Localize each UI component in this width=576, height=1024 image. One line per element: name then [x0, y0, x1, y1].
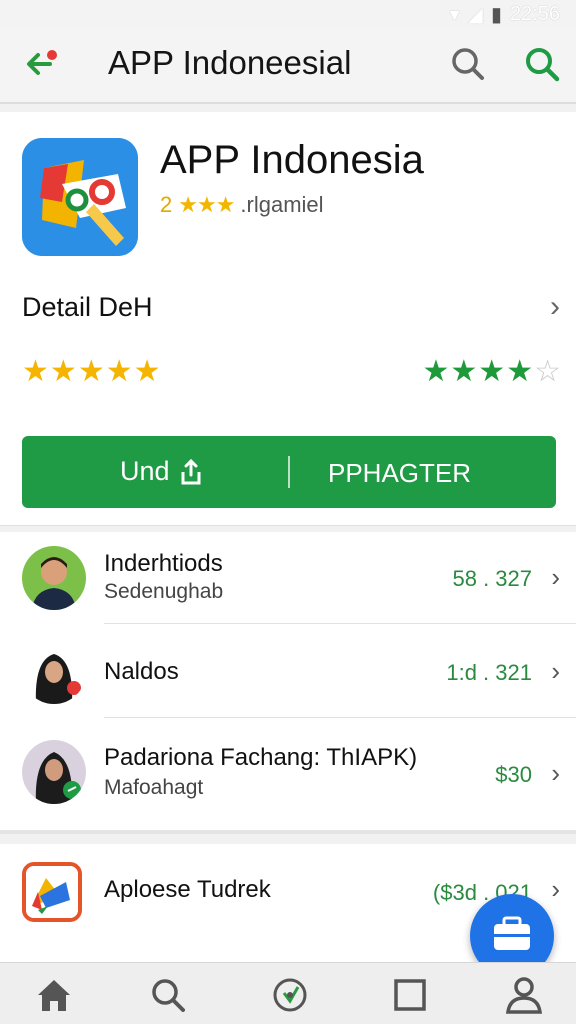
avatar-person-icon	[22, 740, 86, 804]
app-name: APP Indonesia	[160, 138, 424, 182]
chevron-right-icon: ›	[551, 656, 560, 686]
nav-explore[interactable]	[270, 975, 310, 1015]
nav-home[interactable]	[34, 975, 74, 1015]
app-rating-line: 2 ★★★ .rlgamiel	[160, 192, 324, 218]
list-item-title: Aploese Tudrek	[104, 876, 271, 903]
chevron-right-icon: ›	[551, 562, 560, 592]
list-item-title: Naldos	[104, 658, 179, 685]
rating-row: ★★★★★ ★★★★☆	[22, 354, 562, 390]
list-item[interactable]: Padariona Fachang: ThIAPK) Mafoahagt $30…	[0, 718, 576, 810]
list-item-value: $30	[495, 762, 532, 787]
star-icon: ★	[22, 355, 50, 388]
search-icon	[526, 48, 560, 82]
install-left: Und	[120, 456, 204, 487]
user-list: Inderhtiods Sedenughab 58 . 327 › Naldos…	[0, 532, 576, 834]
star-icon: ★	[422, 355, 451, 388]
avatar	[22, 740, 86, 804]
rating-stars-yellow: ★★★★★	[22, 354, 162, 389]
list-item-subtitle: Sedenughab	[104, 580, 224, 603]
detail-row[interactable]: Detail DeH ›	[22, 288, 562, 328]
avatar	[22, 640, 86, 704]
detail-label: Detail DeH	[22, 292, 153, 322]
install-button[interactable]: Und PPHAGTER	[22, 436, 556, 508]
share-upload-icon	[181, 458, 201, 484]
home-icon	[38, 980, 70, 1011]
signal-icon: ◢	[467, 4, 483, 26]
star-icon: ★	[105, 355, 134, 388]
list-item[interactable]: Naldos 1:d . 321 ›	[0, 626, 576, 718]
search-button[interactable]	[446, 42, 490, 86]
profile-icon	[505, 977, 543, 1014]
compass-icon	[273, 978, 307, 1012]
battery-icon: ▮	[490, 4, 502, 26]
back-button[interactable]	[20, 42, 64, 86]
star-empty-icon: ☆	[534, 355, 562, 388]
wifi-icon: ▾	[449, 4, 460, 26]
star-icon: ★	[133, 355, 162, 388]
star-icon: ★	[506, 355, 535, 388]
avatar-person-icon	[22, 546, 86, 610]
app-rating-stars: ★★★	[178, 192, 235, 217]
app-icon	[22, 862, 82, 922]
nav-search[interactable]	[148, 975, 188, 1015]
app-rating-suffix: .rlgamiel	[240, 192, 324, 217]
divider	[104, 623, 576, 624]
app-icon[interactable]	[22, 138, 138, 256]
list-item[interactable]: Inderhtiods Sedenughab 58 . 327 ›	[0, 532, 576, 624]
app-bar: APP Indoneesial	[0, 28, 576, 104]
chevron-right-icon: ›	[550, 290, 560, 323]
button-divider	[288, 456, 290, 488]
star-icon: ★	[49, 355, 78, 388]
list-item-title: Padariona Fachang: ThIAPK)	[104, 744, 418, 771]
install-label: Und	[120, 456, 170, 486]
app-logo-icon	[26, 866, 78, 918]
app-header-card: APP Indonesia 2 ★★★ .rlgamiel Detail DeH…	[0, 112, 576, 526]
page-title: APP Indoneesial	[108, 44, 352, 81]
status-time: 22:56	[509, 3, 560, 25]
register-label: PPHAGTER	[328, 458, 472, 488]
list-item-value: 58 . 327	[452, 566, 532, 591]
list-item-value: 1:d . 321	[446, 660, 532, 685]
nav-profile[interactable]	[504, 975, 544, 1015]
search-green-button[interactable]	[520, 42, 564, 86]
bottom-nav	[0, 962, 576, 1024]
rating-stars-green: ★★★★☆	[422, 354, 562, 389]
list-item-subtitle: Mafoahagt	[104, 776, 204, 799]
star-icon: ★	[77, 355, 106, 388]
search-icon	[452, 48, 484, 80]
list-item-title: Inderhtiods	[104, 550, 223, 577]
chevron-right-icon: ›	[551, 758, 560, 788]
square-icon	[394, 979, 426, 1011]
app-rating-number: 2	[160, 192, 173, 217]
status-icons: ▾ ◢ ▮ 22:56	[449, 2, 560, 27]
nav-library[interactable]	[390, 975, 430, 1015]
search-icon	[152, 979, 185, 1012]
status-bar: ▾ ◢ ▮ 22:56	[0, 0, 576, 28]
avatar-person-icon	[22, 640, 86, 704]
back-arrow-icon	[27, 50, 57, 75]
star-icon: ★	[478, 355, 507, 388]
app-logo-icon	[22, 138, 138, 256]
star-icon: ★	[450, 355, 479, 388]
avatar	[22, 546, 86, 610]
